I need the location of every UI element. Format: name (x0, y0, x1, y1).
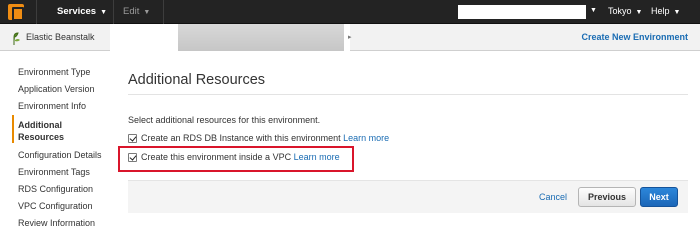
step-rds-configuration[interactable]: RDS Configuration (18, 181, 93, 198)
services-menu[interactable]: Services ▼ (57, 6, 107, 17)
rds-checkbox[interactable] (128, 134, 137, 143)
account-name-redacted[interactable] (458, 5, 586, 19)
step-configuration-details[interactable]: Configuration Details (18, 147, 102, 164)
beanstalk-icon (13, 32, 20, 45)
step-review-information[interactable]: Review Information (18, 215, 95, 232)
chevron-right-icon: ▸ (348, 34, 352, 41)
title-divider (128, 94, 688, 95)
redacted-region (178, 24, 344, 51)
service-bar: Elastic Beanstalk ▸ Create New Environme… (0, 24, 700, 51)
divider (36, 0, 37, 24)
edit-menu[interactable]: Edit ▼ (123, 6, 150, 17)
rds-option-row: Create an RDS DB Instance with this envi… (128, 133, 389, 143)
aws-logo-icon[interactable] (8, 4, 24, 21)
chevron-down-icon: ▼ (635, 9, 643, 16)
active-step-indicator (12, 115, 14, 143)
service-title[interactable]: Elastic Beanstalk (26, 32, 95, 42)
step-environment-tags[interactable]: Environment Tags (18, 164, 90, 181)
step-additional-resources-line1[interactable]: Additional (18, 119, 62, 131)
help-label: Help (651, 6, 670, 16)
next-button[interactable]: Next (640, 187, 678, 207)
chevron-down-icon: ▼ (100, 9, 108, 16)
help-menu[interactable]: Help ▼ (651, 6, 680, 16)
divider (163, 0, 164, 24)
rds-learn-more-link[interactable]: Learn more (343, 133, 389, 143)
cancel-link[interactable]: Cancel (539, 192, 567, 202)
step-additional-resources-line2[interactable]: Resources (18, 131, 64, 143)
vpc-option-highlight-box (118, 146, 354, 172)
chevron-down-icon: ▼ (673, 9, 681, 16)
create-new-environment-link[interactable]: Create New Environment (581, 32, 688, 42)
previous-button[interactable]: Previous (578, 187, 636, 207)
rds-option-label[interactable]: Create an RDS DB Instance with this envi… (141, 133, 341, 143)
chevron-down-icon[interactable]: ▼ (590, 7, 597, 14)
chevron-down-icon: ▼ (143, 9, 151, 16)
step-environment-type[interactable]: Environment Type (18, 64, 90, 81)
divider (113, 0, 114, 24)
step-environment-info[interactable]: Environment Info (18, 98, 86, 115)
page-title: Additional Resources (128, 72, 266, 88)
wizard-steps-sidebar: Environment Type Application Version Env… (0, 51, 108, 248)
region-menu[interactable]: Tokyo ▼ (608, 6, 642, 16)
top-navigation-bar: Services ▼ Edit ▼ ▼ Tokyo ▼ Help ▼ (0, 0, 700, 24)
intro-text: Select additional resources for this env… (128, 115, 321, 125)
services-label: Services (57, 6, 97, 17)
region-label: Tokyo (608, 6, 632, 16)
step-application-version[interactable]: Application Version (18, 81, 95, 98)
step-vpc-configuration[interactable]: VPC Configuration (18, 198, 93, 215)
wizard-footer: Cancel Previous Next (128, 180, 688, 213)
edit-label: Edit (123, 6, 140, 17)
